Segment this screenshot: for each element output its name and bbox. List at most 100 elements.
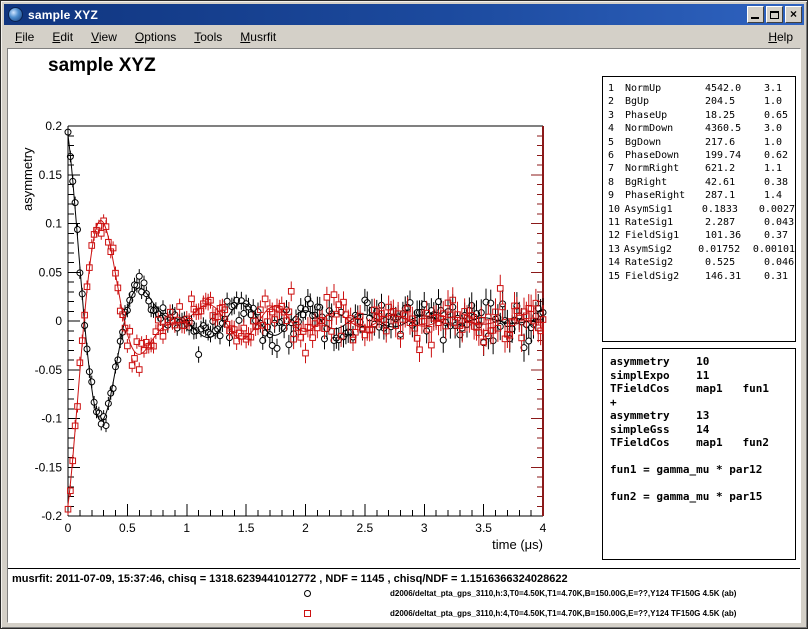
maximize-icon — [770, 11, 779, 19]
param-idx: 4 — [608, 122, 625, 135]
param-val: 4360.5 — [705, 122, 764, 135]
param-name: PhaseUp — [625, 109, 705, 122]
param-idx: 5 — [608, 136, 625, 149]
param-err: 0.31 — [764, 270, 795, 283]
param-idx: 2 — [608, 95, 625, 108]
data-series-2 — [65, 214, 546, 515]
param-row-asymsig2: 13AsymSig20.017520.00101 — [608, 243, 795, 256]
menu-view[interactable]: View — [82, 28, 126, 46]
legend-label: d2006/deltat_pta_gps_3110,h:3,T0=4.50K,T… — [390, 589, 736, 598]
y-tick-label: 0 — [55, 314, 62, 328]
param-err: 0.38 — [764, 176, 795, 189]
legend-label: d2006/deltat_pta_gps_3110,h:4,T0=4.50K,T… — [390, 609, 736, 618]
param-val: 204.5 — [705, 95, 764, 108]
param-err: 0.37 — [764, 229, 795, 242]
y-tick-label: 0.1 — [45, 217, 62, 231]
menu-options[interactable]: Options — [126, 28, 185, 46]
minimize-button[interactable] — [747, 6, 764, 23]
param-idx: 9 — [608, 189, 625, 202]
param-row-fieldsig1: 12FieldSig1101.360.37 — [608, 229, 795, 242]
close-button[interactable]: × — [785, 6, 802, 23]
param-row-phasedown: 6PhaseDown199.740.62 — [608, 149, 795, 162]
param-val: 101.36 — [705, 229, 764, 242]
y-tick-label: -0.1 — [41, 412, 62, 426]
menu-help[interactable]: Help — [759, 28, 802, 46]
y-axis-title: asymmetry — [20, 147, 35, 211]
info-divider — [8, 568, 800, 569]
param-err: 3.1 — [764, 82, 795, 95]
param-idx: 12 — [608, 229, 625, 242]
legend-item: d2006/deltat_pta_gps_3110,h:4,T0=4.50K,T… — [8, 607, 800, 623]
param-row-ratesig2: 14RateSig20.5250.046 — [608, 256, 795, 269]
param-val: 2.287 — [705, 216, 764, 229]
param-idx: 6 — [608, 149, 625, 162]
stats-line: musrfit: 2011-07-09, 15:37:46, chisq = 1… — [12, 573, 796, 585]
param-name: NormDown — [625, 122, 705, 135]
axis-labels: 00.511.522.533.54-0.2-0.15-0.1-0.0500.05… — [20, 119, 547, 552]
param-row-phaseright: 9PhaseRight287.11.4 — [608, 189, 795, 202]
legend-item: d2006/deltat_pta_gps_3110,h:3,T0=4.50K,T… — [8, 587, 800, 603]
param-idx: 8 — [608, 176, 625, 189]
param-name: PhaseRight — [625, 189, 705, 202]
data-series-1 — [65, 126, 546, 432]
param-idx: 1 — [608, 82, 625, 95]
menu-tools[interactable]: Tools — [185, 28, 231, 46]
window-controls: × — [747, 6, 802, 23]
param-err: 0.046 — [764, 256, 795, 269]
param-row-normup: 1NormUp4542.03.1 — [608, 82, 795, 95]
param-row-ratesig1: 11RateSig12.2870.043 — [608, 216, 795, 229]
y-tick-label: 0.05 — [39, 265, 63, 279]
param-err: 0.65 — [764, 109, 795, 122]
param-val: 0.01752 — [698, 243, 753, 256]
y-tick-label: 0.15 — [39, 168, 63, 182]
param-err: 1.0 — [764, 136, 795, 149]
param-idx: 14 — [608, 256, 625, 269]
app-icon[interactable] — [8, 7, 23, 22]
param-name: AsymSig1 — [624, 203, 701, 216]
param-name: BgDown — [625, 136, 705, 149]
menu-musrfit[interactable]: Musrfit — [231, 28, 285, 46]
legend-square-icon — [304, 610, 311, 617]
menu-edit[interactable]: Edit — [43, 28, 82, 46]
x-tick-label: 0 — [65, 521, 72, 535]
param-name: PhaseDown — [625, 149, 705, 162]
menu-file[interactable]: File — [6, 28, 43, 46]
theory-line-1 — [68, 135, 543, 421]
param-name: RateSig1 — [625, 216, 705, 229]
param-val: 146.31 — [705, 270, 764, 283]
minimize-icon — [751, 17, 759, 19]
param-idx: 7 — [608, 162, 625, 175]
param-err: 3.0 — [764, 122, 795, 135]
param-idx: 10 — [608, 203, 624, 216]
x-tick-label: 1 — [183, 521, 190, 535]
param-name: BgRight — [625, 176, 705, 189]
param-row-phaseup: 3PhaseUp18.250.65 — [608, 109, 795, 122]
param-err: 0.00101 — [753, 243, 795, 256]
parameter-box: 1NormUp4542.03.12BgUp204.51.03PhaseUp18.… — [602, 76, 796, 342]
param-val: 0.1833 — [702, 203, 759, 216]
param-err: 0.62 — [764, 149, 795, 162]
titlebar[interactable]: sample XYZ × — [4, 4, 804, 25]
param-val: 287.1 — [705, 189, 764, 202]
close-icon: × — [790, 7, 797, 22]
maximize-button[interactable] — [766, 6, 783, 23]
x-tick-label: 4 — [540, 521, 547, 535]
x-tick-label: 2 — [302, 521, 309, 535]
param-err: 1.4 — [764, 189, 795, 202]
param-name: NormUp — [625, 82, 705, 95]
param-row-bgup: 2BgUp204.51.0 — [608, 95, 795, 108]
y-tick-label: -0.2 — [41, 509, 62, 523]
x-tick-label: 3.5 — [475, 521, 492, 535]
param-name: NormRight — [625, 162, 705, 175]
legend-circle-icon — [304, 590, 311, 597]
param-val: 217.6 — [705, 136, 764, 149]
param-name: FieldSig1 — [625, 229, 705, 242]
app-window: sample XYZ × FileEditViewOptionsToolsMus… — [0, 0, 808, 629]
param-name: FieldSig2 — [625, 270, 705, 283]
param-idx: 13 — [608, 243, 624, 256]
menubar: FileEditViewOptionsToolsMusrfit Help — [4, 26, 804, 47]
param-err: 0.043 — [764, 216, 795, 229]
param-idx: 15 — [608, 270, 625, 283]
param-err: 1.0 — [764, 95, 795, 108]
asymmetry-plot[interactable]: 00.511.522.533.54-0.2-0.15-0.1-0.0500.05… — [8, 49, 608, 569]
